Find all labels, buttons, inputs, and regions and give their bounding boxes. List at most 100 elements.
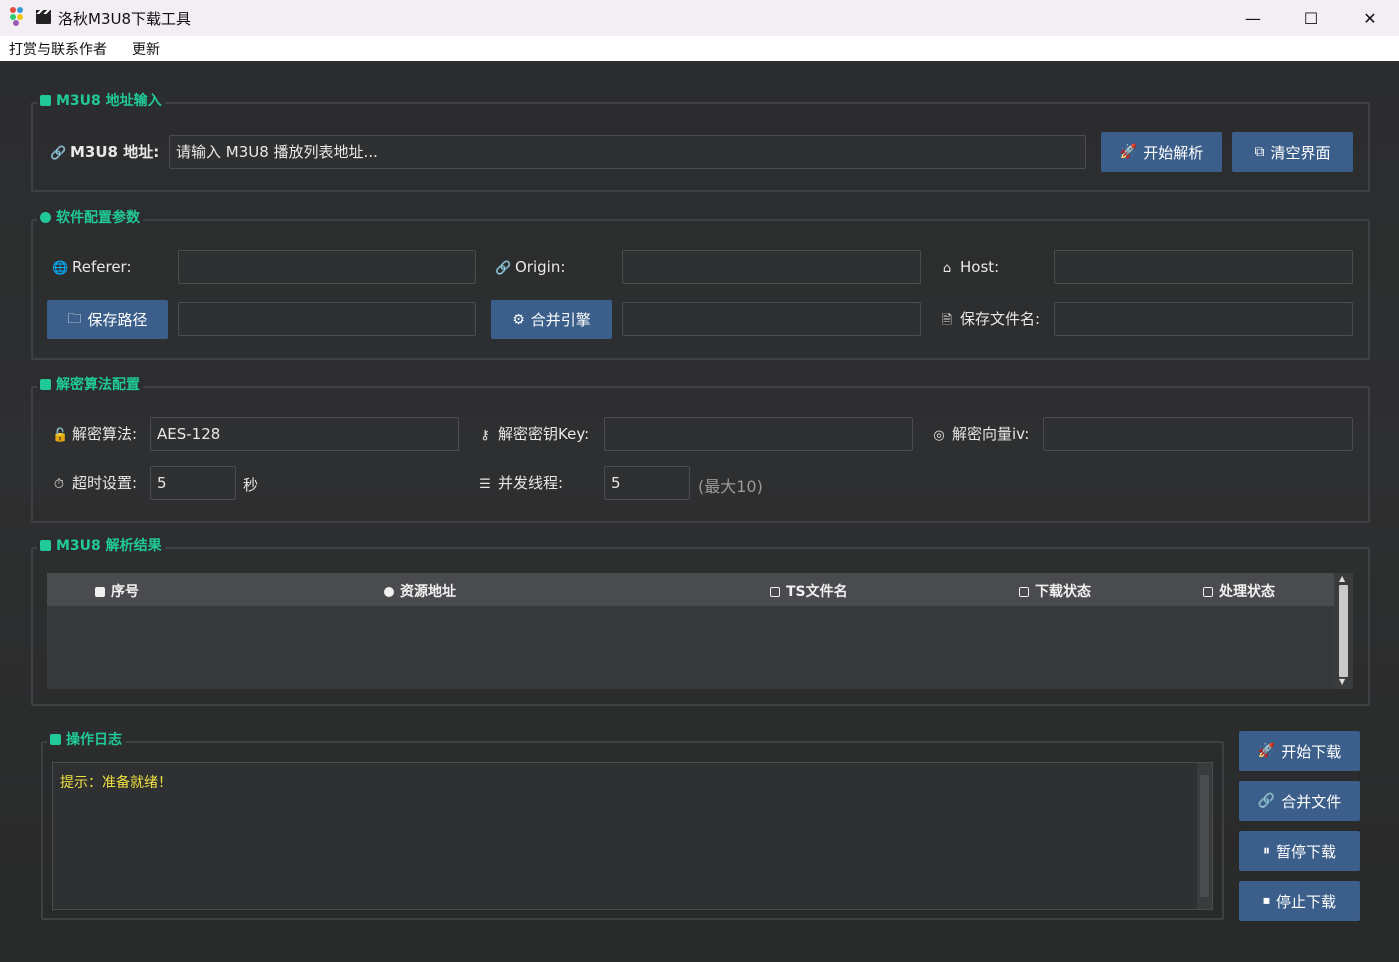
m3u8-url-label-text: M3U8 地址: [70,143,160,161]
lock-icon: 🔓 [52,428,69,443]
pause-download-button[interactable]: ⏸ 暂停下载 [1239,831,1360,871]
threads-input[interactable] [604,466,690,500]
merge-engine-input[interactable] [622,302,921,336]
threads-hint: (最大10) [698,477,763,496]
folder-icon [770,587,780,597]
log-icon [50,734,61,745]
threads-label: ☰ 并发线程: [478,473,563,495]
parse-button-label: 开始解析 [1143,143,1204,162]
log-textarea[interactable]: 提示：准备就绪！ [52,762,1213,910]
gear-icon: ⚙ [512,311,525,328]
file-icon: 🗎 [941,313,953,328]
stop-download-button-label: 停止下载 [1275,892,1336,911]
results-table[interactable]: 序号 资源地址 TS文件名 下载状态 处理状态 ▲ ▼ [47,573,1353,689]
scroll-down-arrow-icon[interactable]: ▼ [1339,677,1345,686]
close-button[interactable]: ✕ [1341,0,1399,36]
column-header-process-status-text: 处理状态 [1219,584,1275,600]
decrypt-group-title-text: 解密算法配置 [56,377,140,393]
filename-label: 🗎 保存文件名: [940,309,1040,331]
pause-icon: ⏸ [1262,843,1270,859]
merge-engine-button[interactable]: ⚙ 合并引擎 [491,300,612,339]
algo-label: 🔓 解密算法: [52,424,137,446]
iv-label-text: 解密向量iv: [952,425,1030,443]
log-group-title: 操作日志 [47,731,125,749]
scroll-up-arrow-icon[interactable]: ▲ [1339,574,1345,583]
config-group [31,219,1370,360]
iv-label: ◎ 解密向量iv: [932,424,1029,446]
app-logo-icon [10,7,30,27]
merge-files-button-label: 合并文件 [1281,792,1342,811]
clear-button[interactable]: ⧉ 清空界面 [1232,132,1353,172]
start-download-button[interactable]: 🚀 开始下载 [1239,731,1360,771]
referer-label: 🌐 Referer: [52,257,132,279]
table-header: 序号 资源地址 TS文件名 下载状态 处理状态 [47,573,1334,606]
log-scrollbar[interactable] [1197,763,1212,909]
key-label-text: 解密密钥Key: [498,425,590,443]
save-path-input[interactable] [178,302,476,336]
timeout-unit: 秒 [243,476,259,494]
filename-input[interactable] [1054,302,1353,336]
algo-label-text: 解密算法: [72,425,138,443]
m3u8-url-input[interactable] [169,135,1086,169]
stop-download-button[interactable]: ⏹ 停止下载 [1239,881,1360,921]
origin-input[interactable] [622,250,921,284]
threads-icon: ☰ [479,477,491,492]
lock-icon [40,379,51,390]
window-title: 洛秋M3U8下载工具 [58,10,192,28]
start-download-button-label: 开始下载 [1281,742,1342,761]
parse-button[interactable]: 🚀 开始解析 [1101,132,1222,172]
referer-input[interactable] [178,250,476,284]
table-scrollbar[interactable]: ▲ ▼ [1334,573,1353,689]
log-scrollbar-thumb[interactable] [1200,775,1209,897]
title-bar: 洛秋M3U8下载工具 — ☐ ✕ [0,0,1399,36]
rocket-icon: 🚀 [1257,743,1276,759]
results-group-title: M3U8 解析结果 [37,537,165,555]
package-icon [40,540,51,551]
link-icon: 🔗 [50,146,67,161]
column-header-ts-name-text: TS文件名 [786,584,848,600]
timeout-input[interactable] [150,466,236,500]
merge-engine-button-label: 合并引擎 [530,311,591,329]
host-label-text: Host: [960,258,1000,276]
column-header-index-text: 序号 [111,584,139,600]
globe-icon: 🌐 [52,261,69,276]
settings-icon [1203,587,1213,597]
column-header-download-status[interactable]: 下载状态 [1019,581,1091,601]
column-header-ts-name[interactable]: TS文件名 [770,581,848,601]
clear-icon: ⧉ [1254,144,1265,160]
menu-item-update[interactable]: 更新 [132,39,160,59]
iv-input[interactable] [1043,417,1353,451]
origin-label: 🔗 Origin: [495,257,565,279]
table-scrollbar-thumb[interactable] [1339,585,1348,677]
menu-item-donate[interactable]: 打赏与联系作者 [9,39,107,59]
referer-label-text: Referer: [72,258,132,276]
stopwatch-icon: ⏱ [53,477,65,492]
host-label: ⌂ Host: [940,257,999,279]
threads-label-text: 并发线程: [498,474,564,492]
algo-input[interactable] [150,417,459,451]
decrypt-group [31,386,1370,523]
log-message: 提示：准备就绪！ [60,775,172,791]
chart-icon [1019,587,1029,597]
results-group-title-text: M3U8 解析结果 [56,538,162,554]
target-icon: ◎ [933,428,945,443]
main-panel: M3U8 地址输入 🔗M3U8 地址: 🚀开始解析 ⧉清空界面 软件配置参数 🌐… [0,61,1399,962]
merge-files-button[interactable]: 🔗 合并文件 [1239,781,1360,821]
stop-icon: ⏹ [1262,893,1270,909]
rocket-icon: 🚀 [1119,144,1138,160]
save-path-button[interactable]: 🗀 保存路径 [47,300,168,339]
key-input[interactable] [604,417,913,451]
column-header-index[interactable]: 序号 [95,581,139,601]
host-input[interactable] [1054,250,1353,284]
log-group-title-text: 操作日志 [66,732,122,748]
gear-icon [40,212,51,223]
config-group-title-text: 软件配置参数 [56,210,140,226]
column-header-url[interactable]: 资源地址 [384,581,456,601]
timeout-label: ⏱ 超时设置: [52,473,137,495]
column-header-process-status[interactable]: 处理状态 [1203,581,1275,601]
home-icon: ⌂ [942,261,952,276]
decrypt-group-title: 解密算法配置 [37,376,143,394]
pause-download-button-label: 暂停下载 [1275,842,1336,861]
minimize-button[interactable]: — [1224,0,1282,36]
maximize-button[interactable]: ☐ [1282,0,1340,36]
